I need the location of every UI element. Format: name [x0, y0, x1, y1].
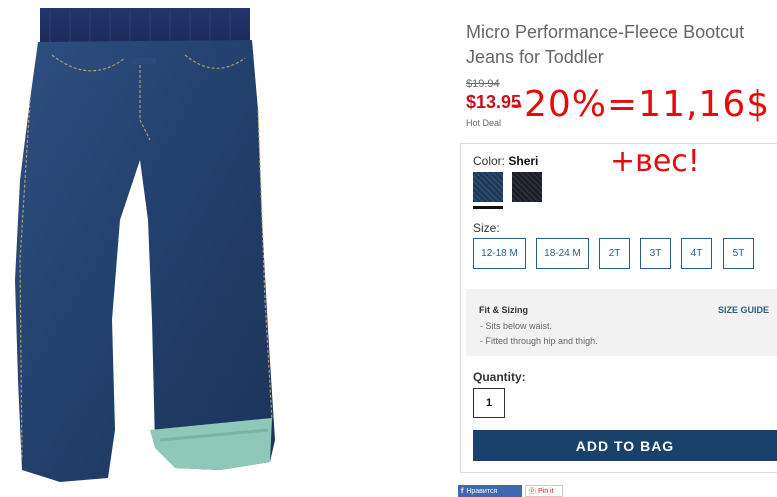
size-button-18-24m[interactable]: 18-24 M	[536, 238, 589, 269]
color-swatch-sheri[interactable]	[473, 172, 503, 202]
handwritten-weight-annotation: +вес!	[610, 144, 700, 179]
fit-line-waist: - Sits below waist.	[480, 321, 553, 331]
fit-sizing-title: Fit & Sizing	[479, 305, 528, 315]
pinterest-label: Pin it	[538, 487, 554, 495]
color-swatch-dark[interactable]	[512, 172, 542, 202]
product-title: Micro Performance-Fleece Bootcut Jeans f…	[466, 22, 745, 67]
original-price: $19.94	[466, 78, 500, 90]
selected-swatch-indicator	[473, 206, 503, 209]
selected-color-name: Sheri	[508, 154, 539, 168]
facebook-icon: f	[461, 487, 464, 495]
fit-line-hip: - Fitted through hip and thigh.	[480, 336, 598, 346]
color-label-text: Color:	[473, 154, 506, 168]
size-button-5t[interactable]: 5T	[723, 238, 754, 269]
handwritten-price-annotation: -20%=11,16$	[510, 84, 771, 125]
facebook-like-button[interactable]: f Нравится	[458, 485, 522, 497]
add-to-bag-button[interactable]: ADD TO BAG	[473, 430, 777, 461]
size-button-4t[interactable]: 4T	[681, 238, 712, 269]
size-button-3t[interactable]: 3T	[640, 238, 671, 269]
hot-deal-label: Hot Deal	[466, 118, 502, 128]
facebook-like-label: Нравится	[466, 487, 498, 495]
jeans-product-image	[15, 8, 275, 482]
color-label: Color: Sheri	[473, 154, 538, 168]
size-label: Size:	[473, 221, 500, 235]
size-guide-link[interactable]: SIZE GUIDE	[718, 305, 769, 315]
quantity-label: Quantity:	[473, 370, 526, 384]
quantity-input[interactable]: 1	[473, 388, 505, 418]
size-button-2t[interactable]: 2T	[599, 238, 630, 269]
pinterest-button[interactable]: ⓟ Pin it	[525, 485, 563, 497]
size-button-12-18m[interactable]: 12-18 M	[473, 238, 526, 269]
